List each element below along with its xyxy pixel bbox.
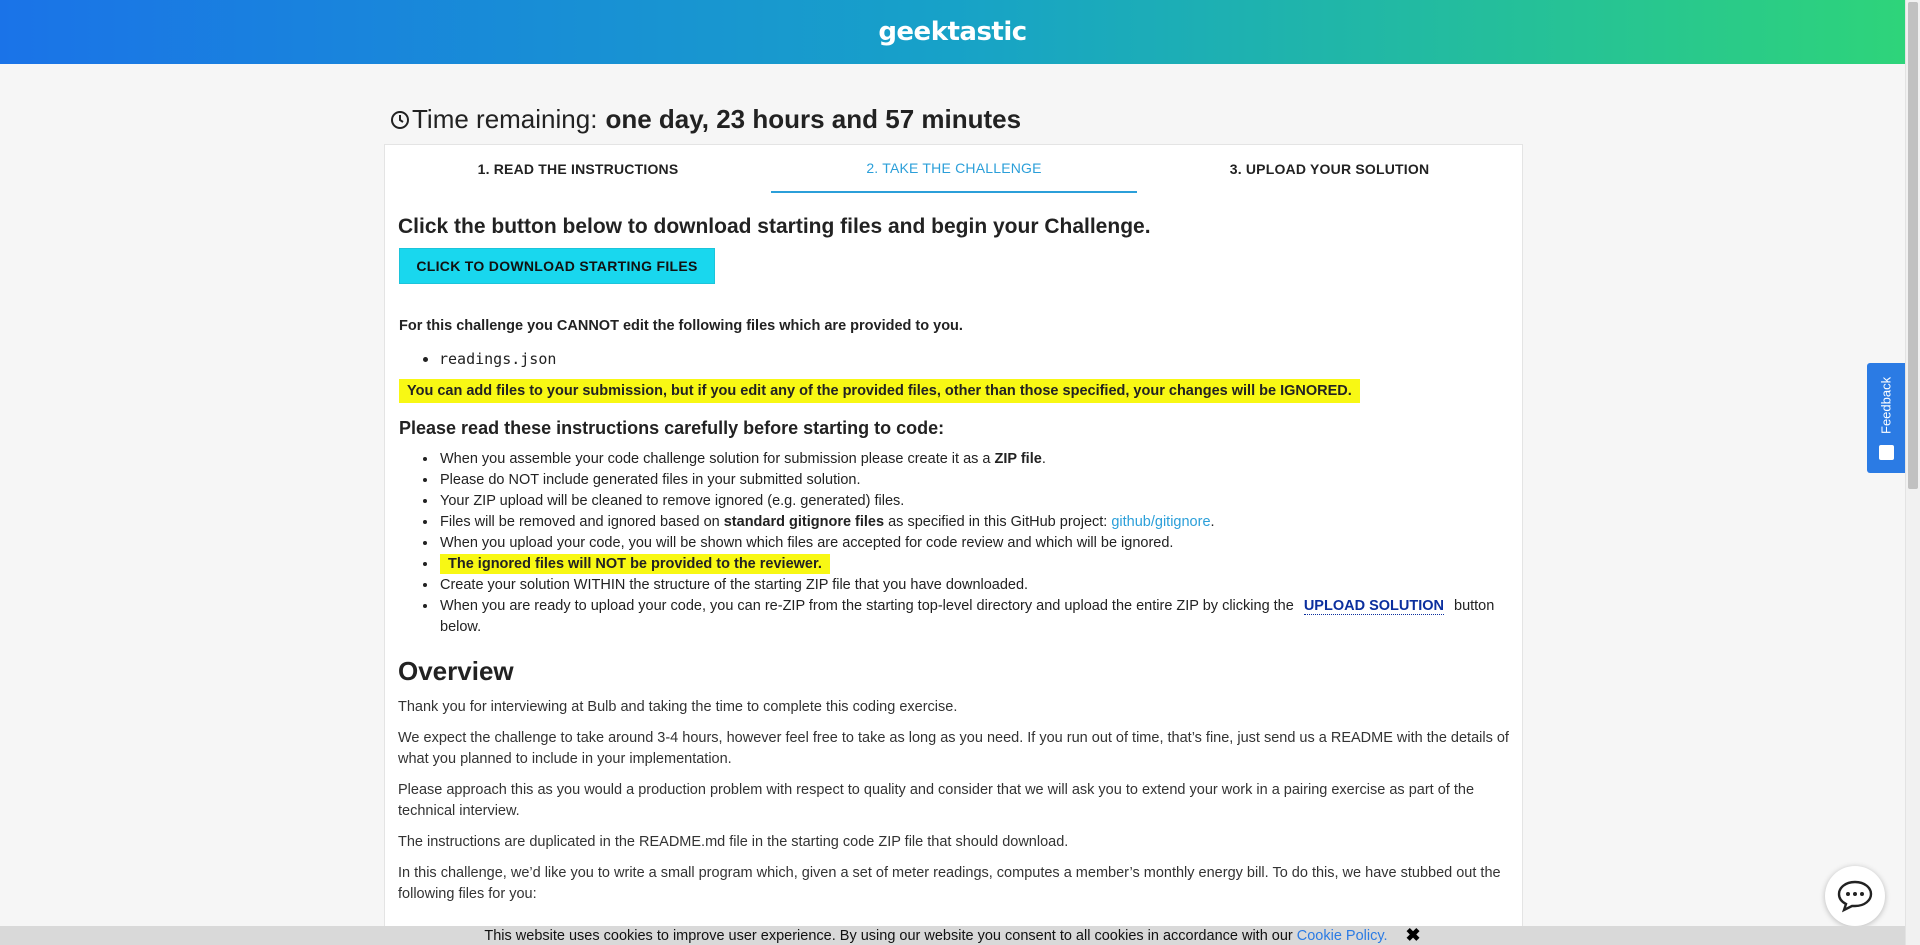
time-remaining-label: Time remaining:: [412, 104, 598, 134]
time-remaining-value: one day, 23 hours and 57 minutes: [605, 104, 1022, 134]
overview-paragraph: Please approach this as you would a prod…: [398, 782, 1475, 819]
challenge-content: Click the button below to download start…: [385, 193, 1522, 905]
instruction-bold: ZIP file: [994, 451, 1042, 467]
instructions-heading: Please read these instructions carefully…: [399, 418, 945, 438]
provided-file-item: readings.json: [439, 350, 1510, 368]
challenge-card: 1. READ THE INSTRUCTIONS 2. TAKE THE CHA…: [384, 144, 1523, 945]
instruction-item: Your ZIP upload will be cleaned to remov…: [438, 491, 1510, 512]
cookie-text: This website uses cookies to improve use…: [484, 927, 1293, 944]
instruction-text: .: [1210, 514, 1215, 530]
clock-icon: [391, 110, 409, 129]
edit-warning: You can add files to your submission, bu…: [399, 379, 1360, 403]
ignored-files-highlight: The ignored files will NOT be provided t…: [440, 554, 830, 574]
upload-solution-link[interactable]: UPLOAD SOLUTION: [1303, 598, 1444, 615]
instruction-text: When you are ready to upload your code, …: [440, 598, 1294, 614]
feedback-icon: [1879, 445, 1894, 460]
feedback-label: Feedback: [1878, 376, 1894, 434]
tab-read-instructions[interactable]: 1. READ THE INSTRUCTIONS: [385, 145, 771, 193]
cannot-edit-note: For this challenge you CANNOT edit the f…: [399, 318, 963, 334]
cookie-policy-link[interactable]: Cookie Policy.: [1297, 928, 1388, 944]
page-scrollbar[interactable]: [1905, 0, 1920, 945]
provided-files-list: readings.json: [439, 350, 1510, 368]
instruction-item: Create your solution WITHIN the structur…: [438, 575, 1510, 596]
overview-paragraph: The instructions are duplicated in the R…: [398, 834, 1069, 850]
instruction-item: When you are ready to upload your code, …: [438, 596, 1510, 638]
instruction-item: When you assemble your code challenge so…: [438, 449, 1510, 470]
instruction-item: When you upload your code, you will be s…: [438, 533, 1510, 554]
tab-take-challenge[interactable]: 2. TAKE THE CHALLENGE: [771, 145, 1137, 193]
instruction-text: When you assemble your code challenge so…: [440, 451, 995, 467]
instruction-text: as specified in this GitHub project:: [884, 514, 1112, 530]
instruction-item: Please do NOT include generated files in…: [438, 470, 1510, 491]
top-bar: geektastic: [0, 0, 1905, 64]
scrollbar-thumb[interactable]: [1908, 2, 1918, 489]
step-tabs: 1. READ THE INSTRUCTIONS 2. TAKE THE CHA…: [385, 145, 1522, 193]
download-starting-files-button[interactable]: CLICK TO DOWNLOAD STARTING FILES: [399, 248, 715, 284]
overview-paragraph: Thank you for interviewing at Bulb and t…: [398, 699, 958, 715]
challenge-lead: Click the button below to download start…: [398, 215, 1151, 238]
tab-upload-solution[interactable]: 3. UPLOAD YOUR SOLUTION: [1137, 145, 1522, 193]
overview-heading: Overview: [398, 656, 514, 686]
instruction-bold: standard gitignore files: [723, 514, 885, 530]
cookie-banner: This website uses cookies to improve use…: [0, 925, 1905, 945]
site-logo[interactable]: geektastic: [878, 17, 1027, 47]
feedback-tab[interactable]: Feedback: [1867, 363, 1905, 473]
close-icon[interactable]: ✖: [1406, 925, 1421, 945]
instruction-item: Files will be removed and ignored based …: [438, 512, 1510, 533]
chat-bubble-icon: [1837, 880, 1873, 913]
instruction-text: Files will be removed and ignored based …: [440, 514, 724, 530]
overview-paragraph: In this challenge, we’d like you to writ…: [398, 865, 1501, 902]
gitignore-link[interactable]: github/gitignore: [1111, 514, 1210, 530]
time-remaining: Time remaining: one day, 23 hours and 57…: [390, 104, 1021, 135]
chat-button[interactable]: [1825, 866, 1885, 926]
instruction-text: .: [1041, 451, 1046, 467]
instructions-list: When you assemble your code challenge so…: [438, 449, 1510, 638]
overview-paragraph: We expect the challenge to take around 3…: [398, 730, 1509, 767]
instruction-item: The ignored files will NOT be provided t…: [438, 554, 1510, 575]
